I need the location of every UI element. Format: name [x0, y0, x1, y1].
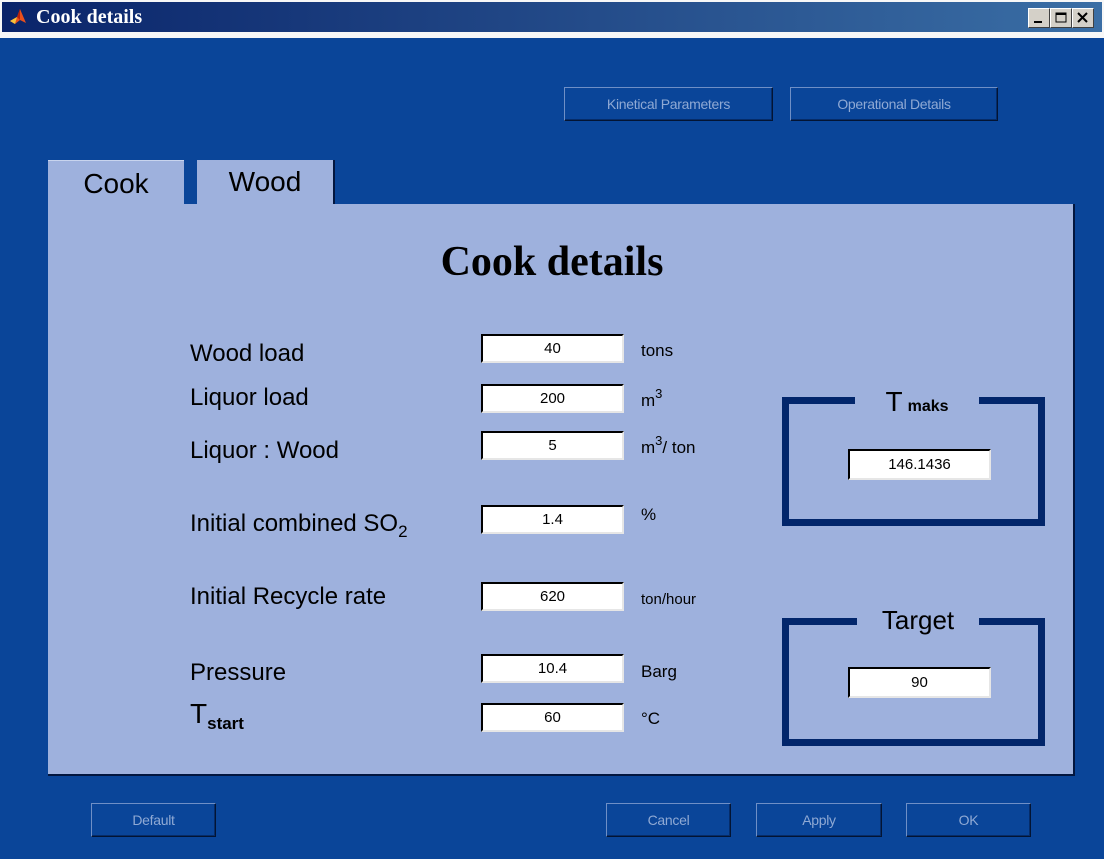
panel-heading: Cook details: [440, 239, 664, 285]
close-button[interactable]: [1072, 8, 1094, 28]
t-maks-legend: Tmaks: [855, 381, 979, 423]
recycle-rate-unit: ton/hour: [641, 591, 697, 608]
liquor-load-label: Liquor load: [190, 384, 309, 411]
matlab-logo-icon: [10, 9, 26, 24]
recycle-rate-input[interactable]: 620: [481, 582, 624, 611]
t-start-label: Tstart: [190, 698, 244, 733]
t-start-unit: °C: [641, 709, 661, 728]
initial-so2-input[interactable]: 1.4: [481, 505, 624, 534]
pressure-label: Pressure: [190, 659, 287, 686]
pressure-unit: Barg: [641, 662, 677, 681]
minimize-icon: [1034, 21, 1042, 23]
t-start-input[interactable]: 60: [481, 703, 624, 732]
target-value-field[interactable]: 90: [848, 667, 991, 698]
apply-button[interactable]: Apply: [756, 803, 882, 837]
ok-button[interactable]: OK: [906, 803, 1031, 837]
initial-so2-label: Initial combined SO2: [190, 510, 408, 541]
tab-wood[interactable]: Wood: [197, 160, 335, 204]
pressure-input[interactable]: 10.4: [481, 654, 624, 683]
close-icon: [1077, 12, 1088, 23]
wood-load-label: Wood load: [190, 340, 305, 367]
window-title: Cook details: [36, 6, 143, 28]
title-bar-fill: Cook details: [2, 2, 1102, 32]
liquor-wood-input[interactable]: 5: [481, 431, 624, 460]
liquor-wood-unit: m3/ ton: [641, 433, 696, 457]
initial-so2-unit: %: [641, 505, 657, 524]
default-button[interactable]: Default: [91, 803, 216, 837]
liquor-load-input[interactable]: 200: [481, 384, 624, 413]
minimize-button[interactable]: [1028, 8, 1050, 28]
target-legend: Target: [857, 604, 979, 636]
t-maks-value-field[interactable]: 146.1436: [848, 449, 991, 480]
title-bar: Cook details: [0, 0, 1104, 38]
operational-details-button[interactable]: Operational Details: [790, 87, 998, 121]
liquor-wood-label: Liquor : Wood: [190, 437, 339, 464]
tab-cook[interactable]: Cook: [48, 160, 184, 206]
wood-load-input[interactable]: 40: [481, 334, 624, 363]
maximize-icon: [1055, 12, 1067, 23]
wood-load-unit: tons: [641, 341, 674, 360]
maximize-button[interactable]: [1050, 8, 1072, 28]
cancel-button[interactable]: Cancel: [606, 803, 731, 837]
kinetical-parameters-button[interactable]: Kinetical Parameters: [564, 87, 773, 121]
liquor-load-unit: m3: [641, 386, 663, 410]
recycle-rate-label: Initial Recycle rate: [190, 583, 387, 610]
